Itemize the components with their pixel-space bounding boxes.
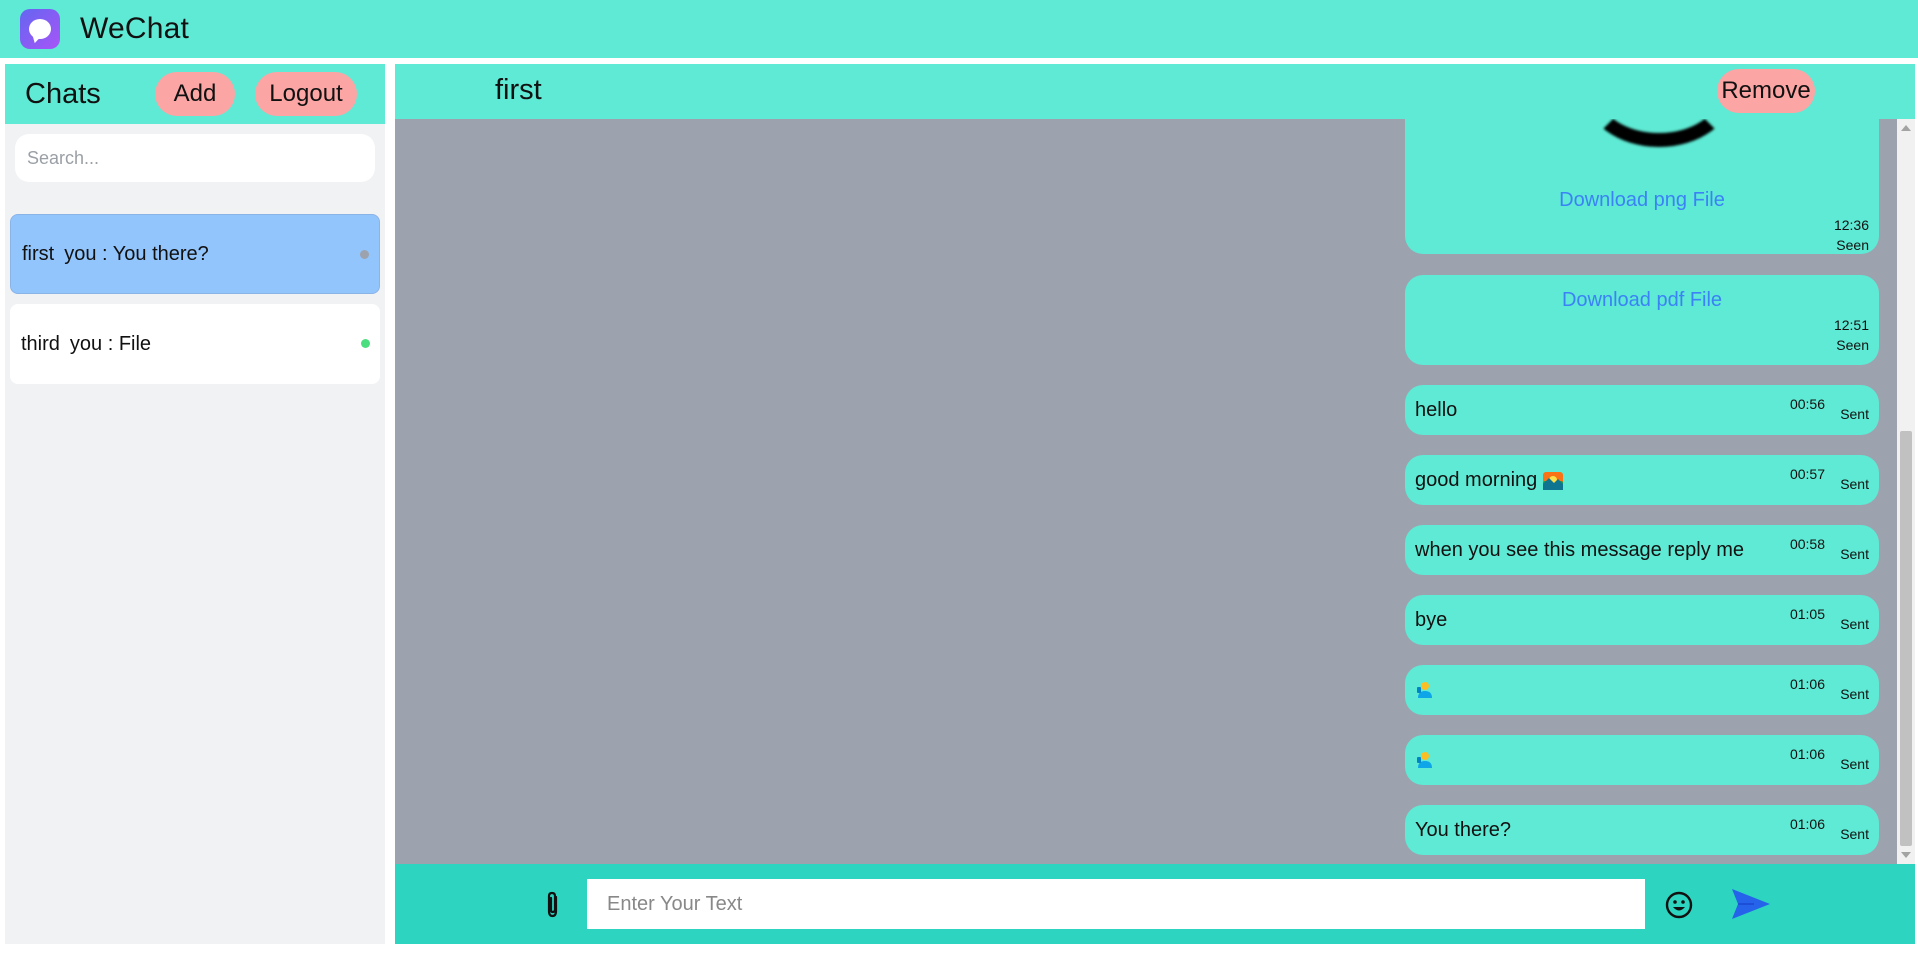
status-dot-icon xyxy=(360,250,369,259)
message-status: Sent xyxy=(1840,406,1869,422)
message-input[interactable] xyxy=(587,879,1645,929)
scroll-up-arrow-icon[interactable] xyxy=(1901,125,1911,131)
message-bubble: bye 01:05 Sent xyxy=(1405,595,1879,645)
message-bubble: 01:06 Sent xyxy=(1405,665,1879,715)
chat-item-name: first xyxy=(22,242,55,265)
message-status: Sent xyxy=(1840,686,1869,702)
image-preview xyxy=(1585,119,1733,147)
scroll-thumb[interactable] xyxy=(1900,431,1912,846)
message-text: You there? xyxy=(1415,819,1512,841)
message-time: 01:06 xyxy=(1789,746,1825,762)
sidebar-header: Chats Add Logout xyxy=(5,64,385,124)
message-text: good morning xyxy=(1415,469,1563,492)
message-text: when you see this message reply me xyxy=(1415,539,1745,561)
message-time: 01:06 xyxy=(1789,816,1825,832)
paperclip-icon[interactable] xyxy=(543,890,563,920)
person-emoji-icon xyxy=(1415,750,1435,774)
message-bubble: Download pdf File 12:51 Seen xyxy=(1405,275,1879,365)
message-status: Seen xyxy=(1836,337,1869,353)
message-time: 00:56 xyxy=(1789,396,1825,412)
message-status: Sent xyxy=(1840,826,1869,842)
chats-title: Chats xyxy=(25,78,101,110)
message-time: 12:36 xyxy=(1833,217,1869,233)
message-time: 12:51 xyxy=(1833,317,1869,333)
message-bubble: 01:06 Sent xyxy=(1405,735,1879,785)
chat-item-name: third xyxy=(21,332,60,355)
logout-button[interactable]: Logout xyxy=(255,72,357,116)
message-status: Sent xyxy=(1840,546,1869,562)
top-bar: WeChat xyxy=(0,0,1918,58)
app-logo-icon xyxy=(20,9,60,49)
person-emoji-icon xyxy=(1415,680,1435,704)
chat-header: first Remove xyxy=(395,64,1915,119)
sunrise-emoji-icon xyxy=(1542,471,1563,490)
message-composer xyxy=(395,864,1915,944)
contact-name: first xyxy=(495,74,542,106)
message-list[interactable]: Download png File 12:36 Seen Download pd… xyxy=(395,119,1915,864)
status-dot-icon xyxy=(361,339,370,348)
app-title: WeChat xyxy=(80,12,190,45)
download-link[interactable]: Download pdf File xyxy=(1405,289,1879,312)
message-status: Sent xyxy=(1840,476,1869,492)
scroll-down-arrow-icon[interactable] xyxy=(1901,852,1911,858)
message-time: 01:05 xyxy=(1789,606,1825,622)
send-arrow-icon[interactable] xyxy=(1730,886,1772,922)
chat-panel: first Remove Download png File 12:36 See… xyxy=(395,64,1915,944)
chat-list-item[interactable]: first you : You there? xyxy=(10,214,380,294)
message-bubble: when you see this message reply me 00:58… xyxy=(1405,525,1879,575)
remove-button[interactable]: Remove xyxy=(1717,69,1815,113)
download-link[interactable]: Download png File xyxy=(1405,189,1879,212)
message-scrollbar[interactable] xyxy=(1897,119,1915,864)
message-text-content: good morning xyxy=(1415,469,1538,491)
add-button[interactable]: Add xyxy=(155,72,235,116)
message-bubble: Download png File 12:36 Seen xyxy=(1405,119,1879,254)
message-bubble: You there? 01:06 Sent xyxy=(1405,805,1879,855)
chat-item-preview: you : File xyxy=(69,332,152,355)
search-input[interactable] xyxy=(15,134,375,182)
message-status: Seen xyxy=(1836,237,1869,253)
message-text: bye xyxy=(1415,609,1448,631)
search-box xyxy=(15,134,375,182)
sidebar: Chats Add Logout first you : You there? … xyxy=(5,64,385,944)
message-bubble: good morning 00:57 Sent xyxy=(1405,455,1879,505)
message-time: 00:58 xyxy=(1789,536,1825,552)
message-status: Sent xyxy=(1840,756,1869,772)
chat-item-preview: you : You there? xyxy=(64,242,209,265)
message-time: 00:57 xyxy=(1789,466,1825,482)
smiley-icon[interactable] xyxy=(1664,890,1694,920)
message-time: 01:06 xyxy=(1789,676,1825,692)
message-status: Sent xyxy=(1840,616,1869,632)
message-text: hello xyxy=(1415,399,1458,421)
message-bubble: hello 00:56 Sent xyxy=(1405,385,1879,435)
chat-list-item[interactable]: third you : File xyxy=(10,304,380,384)
